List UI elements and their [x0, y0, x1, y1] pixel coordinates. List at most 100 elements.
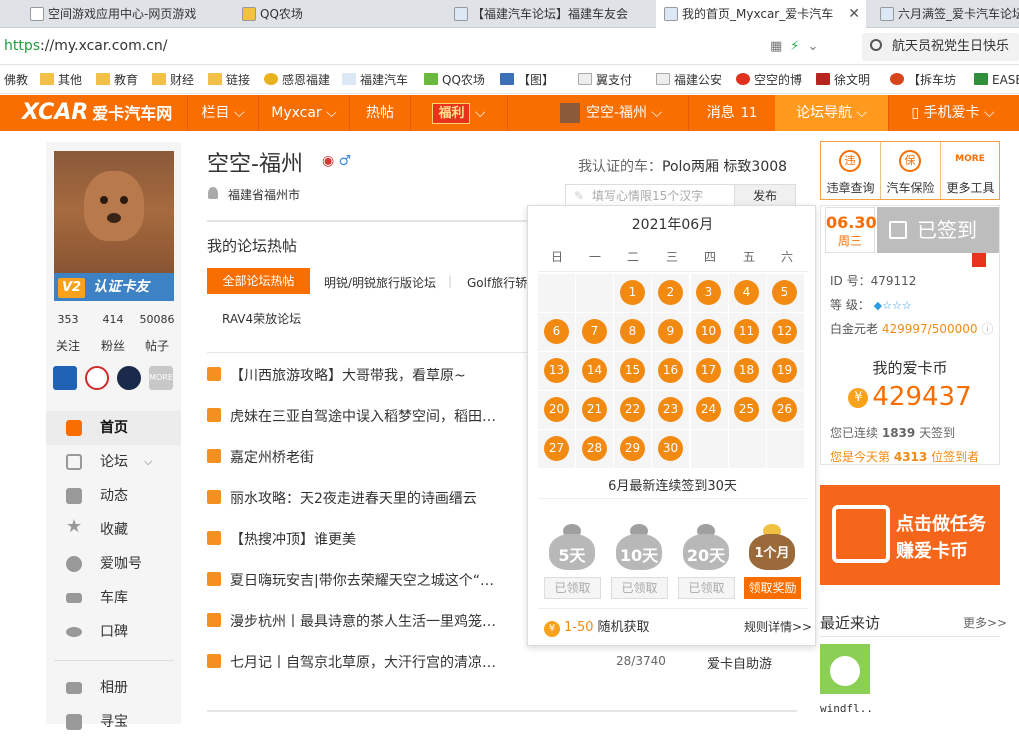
visitor-avatar[interactable] — [820, 644, 870, 694]
bookmark-folder[interactable]: 财经 — [152, 71, 194, 89]
calendar-day-signed: 16 — [658, 358, 683, 383]
more-medals-icon[interactable]: MORE — [149, 366, 173, 390]
browser-tab-june-sign[interactable]: 六月满签_爱卡汽车论坛 — [872, 0, 1019, 28]
medal-icon[interactable] — [53, 366, 77, 390]
reward-label: 20天 — [686, 546, 726, 565]
stat-posts-count[interactable]: 50086 — [137, 313, 177, 326]
tool-car-insurance[interactable]: 保汽车保险 — [881, 142, 940, 199]
post-title[interactable]: 夏日嗨玩安吉|带你去荣耀天空之城这个“… — [230, 570, 530, 590]
claimed-button: 已领取 — [544, 577, 601, 599]
signed-in-button[interactable]: 已签到 — [877, 207, 999, 253]
grid-icon[interactable]: ▦ — [770, 39, 790, 54]
browser-tab-fujian-forum[interactable]: 【福建汽车论坛】福建车友会 — [446, 0, 646, 28]
sidebar-item-aikahao[interactable]: 爱咖号 — [46, 547, 181, 581]
bookmark-item[interactable]: 福建公安 — [656, 71, 722, 89]
sidebar-item-garage[interactable]: 车库 — [46, 581, 181, 615]
post-row[interactable]: 七月记丨自驾京北草原，大汗行宫的清凉… 28/3740 爱卡自助游 — [207, 652, 797, 672]
browser-tab-qq-farm[interactable]: QQ农场 — [234, 0, 434, 28]
post-title[interactable]: 嘉定州桥老街 — [230, 447, 530, 467]
nav-item-mobile[interactable]: ▯ 手机爱卡 ⌵ — [898, 95, 1008, 131]
nav-item-myxcar[interactable]: Myxcar ⌵ — [259, 95, 349, 131]
post-title[interactable]: 虎妹在三亚自驾途中误入稻梦空间，稻田… — [230, 406, 530, 426]
sidebar-item-home[interactable]: 首页 — [46, 411, 181, 445]
nav-item-hot[interactable]: 热帖 — [350, 95, 410, 131]
sidebar-item-favorites[interactable]: ★ 收藏 — [46, 513, 181, 547]
browser-tab-game-center[interactable]: 空间游戏应用中心-网页游戏 — [22, 0, 222, 28]
cars-value[interactable]: Polo两厢 标致3008 — [662, 159, 787, 175]
cars-label: 我认证的车： — [578, 159, 662, 175]
nav-label: 消息 — [706, 105, 735, 121]
post-title[interactable]: 漫步杭州丨最具诗意的茶人生活一里鸡笼… — [230, 611, 530, 631]
close-icon[interactable]: ✕ — [848, 0, 860, 28]
tab-mingrui-forum[interactable]: 明锐/明锐旅行版论坛 — [324, 274, 436, 291]
stat-posts-label[interactable]: 帖子 — [137, 337, 177, 354]
tab-all-hot-posts[interactable]: 全部论坛热帖 — [207, 268, 310, 294]
bookmark-item[interactable]: EASE — [974, 71, 1019, 89]
stat-fans-label[interactable]: 粉丝 — [93, 337, 133, 354]
xcar-logo[interactable]: XCAR 爱卡汽车网 — [22, 98, 172, 129]
stat-fans-count[interactable]: 414 — [93, 313, 133, 326]
calendar-day-signed: 18 — [734, 358, 759, 383]
weibo-icon[interactable]: ◉ — [322, 153, 334, 169]
calendar-empty-cell — [767, 430, 804, 468]
sidebar-item-reviews[interactable]: 口碑 — [46, 615, 181, 649]
weibo-icon — [736, 73, 750, 85]
medal-icon[interactable] — [85, 366, 109, 390]
post-title[interactable]: 七月记丨自驾京北草原，大汗行宫的清凉… — [230, 652, 530, 672]
bookmark-item[interactable]: 福建汽车 — [342, 71, 408, 89]
help-icon[interactable]: ⓘ — [981, 322, 993, 336]
visitor-name[interactable]: windfl.. — [820, 702, 873, 715]
calendar-day-signed: 17 — [696, 358, 721, 383]
streak-days: 1839 — [881, 426, 916, 440]
tab-golf-forum[interactable]: Golf旅行轿 — [467, 274, 527, 291]
chevron-down-icon[interactable]: ⌄ — [807, 39, 826, 54]
post-title[interactable]: 【热搜冲顶】谁更美 — [230, 529, 530, 549]
yuan-coin-icon: ¥ — [848, 387, 869, 408]
nav-item-column[interactable]: 栏目 ⌵ — [188, 95, 258, 131]
bookmark-item[interactable]: QQ农场 — [424, 71, 485, 89]
bookmark-item[interactable]: 【图】 — [500, 71, 554, 89]
lightning-icon[interactable]: ⚡ — [790, 39, 807, 54]
browser-tab-myxcar[interactable]: 我的首页_Myxcar_爱卡汽车 ✕ — [656, 0, 866, 28]
bookmark-item[interactable]: 徐文明 — [816, 71, 870, 89]
bookmark-item[interactable]: 【拆车坊 — [890, 71, 956, 89]
claim-reward-button[interactable]: 领取奖励 — [744, 577, 801, 599]
bookmark-folder[interactable]: 教育 — [96, 71, 138, 89]
user-level: 等 级： ◆☆☆☆ — [830, 296, 912, 313]
nav-item-forum-nav[interactable]: 论坛导航 ⌵ — [775, 95, 888, 131]
bookmark-item[interactable]: 翼支付 — [578, 71, 632, 89]
visitors-more-link[interactable]: 更多>> — [963, 614, 1007, 631]
rank-progress: 429997/500000 — [881, 322, 978, 336]
sidebar-item-treasure[interactable]: 寻宝 — [46, 705, 181, 739]
post-forum[interactable]: 爱卡自助游 — [707, 653, 772, 672]
sidebar-item-feed[interactable]: 动态 — [46, 479, 181, 513]
nav-item-user[interactable]: 空空-福州 ⌵ — [560, 95, 672, 131]
sidebar-item-forum[interactable]: 论坛 ⌵ — [46, 445, 181, 479]
stat-follow-label[interactable]: 关注 — [48, 337, 88, 354]
sidebar-item-label: 相册 — [100, 680, 128, 696]
nav-label: 手机爱卡 — [923, 105, 980, 121]
bookmark-item[interactable]: 空空的博 — [736, 71, 802, 89]
search-input[interactable]: 航天员祝党生日快乐 — [862, 33, 1019, 61]
calendar-day-signed: 9 — [658, 319, 683, 344]
nav-item-messages[interactable]: 消息 11 — [690, 95, 774, 131]
tab-rav4-forum[interactable]: RAV4荣放论坛 — [222, 310, 301, 327]
rules-link[interactable]: 规则详情>> — [744, 618, 812, 635]
sidebar-item-album[interactable]: 相册 — [46, 671, 181, 705]
post-title[interactable]: 丽水攻略：天2夜走进春天里的诗画缙云 — [230, 488, 530, 508]
url-field[interactable]: https://my.xcar.com.cn/ — [4, 38, 167, 54]
tool-violation-query[interactable]: 违违章查询 — [821, 142, 880, 199]
post-title[interactable]: 【川西旅游攻略】大哥带我，看草原~ — [230, 365, 530, 385]
bookmark-item[interactable]: 佛教 — [4, 71, 28, 89]
bookmark-item[interactable]: 感恩福建 — [264, 71, 330, 89]
tool-more-tools[interactable]: MORE 更多工具 — [941, 142, 1000, 199]
divider — [820, 636, 1000, 637]
task-banner[interactable]: 点击做任务 赚爱卡币 — [820, 485, 1000, 585]
medal-icon[interactable] — [117, 366, 141, 390]
bookmark-folder[interactable]: 链接 — [208, 71, 250, 89]
site-icon — [974, 73, 988, 85]
stat-follow-count[interactable]: 353 — [48, 313, 88, 326]
xcar-icon — [342, 73, 356, 85]
bookmark-folder[interactable]: 其他 — [40, 71, 82, 89]
nav-item-welfare[interactable]: 福利 ⌵ — [411, 95, 507, 131]
